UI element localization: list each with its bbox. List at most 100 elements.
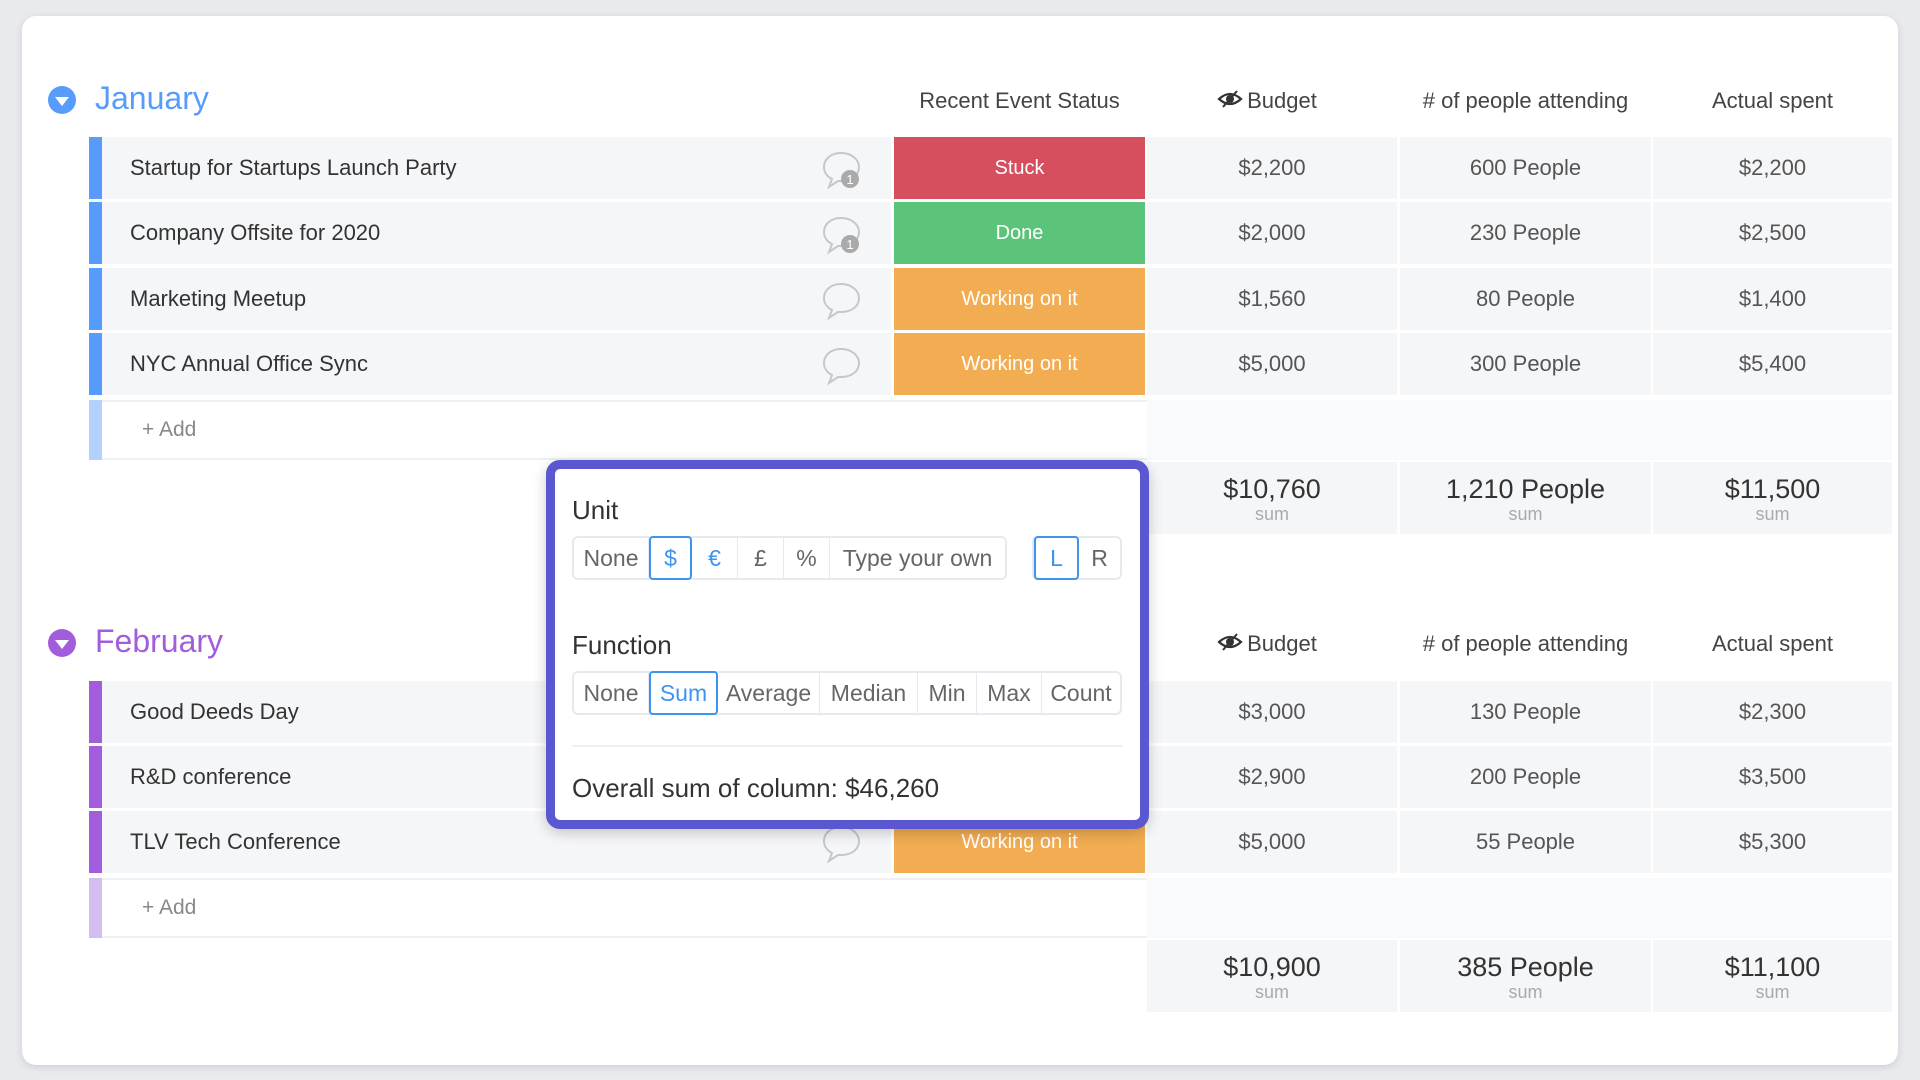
add-item-row[interactable]: + Add (89, 400, 1892, 460)
align-right[interactable]: R (1079, 538, 1120, 578)
budget-cell[interactable]: $1,560 (1147, 268, 1397, 330)
unit-euro[interactable]: € (692, 538, 738, 578)
comment-bubble-icon[interactable]: 1 (821, 150, 865, 190)
eye-icon (1217, 631, 1243, 659)
actual-spent-cell[interactable]: $5,400 (1653, 333, 1892, 395)
table-row[interactable]: Company Offsite for 2020 1 Done $2,000 2… (89, 202, 1892, 264)
unit-percent[interactable]: % (784, 538, 830, 578)
sum-budget[interactable]: $10,900 sum (1147, 940, 1397, 1012)
table-row[interactable]: Startup for Startups Launch Party 1 Stuc… (89, 137, 1892, 199)
sum-actual-label: sum (1755, 504, 1790, 524)
actual-spent-cell[interactable]: $5,300 (1653, 811, 1892, 873)
popup-divider (572, 745, 1123, 747)
group-color-bar (89, 878, 102, 938)
eye-icon (1217, 88, 1243, 116)
align-left[interactable]: L (1034, 536, 1079, 580)
column-header-budget-label: Budget (1247, 631, 1317, 656)
function-average[interactable]: Average (718, 673, 820, 713)
group-color-bar (89, 202, 102, 264)
budget-cell[interactable]: $2,200 (1147, 137, 1397, 199)
add-item-button[interactable]: + Add (102, 878, 1147, 938)
sum-people-value: 1,210 People (1445, 474, 1606, 504)
sum-actual-label: sum (1755, 982, 1790, 1002)
add-row-filler (1147, 878, 1892, 938)
sum-people[interactable]: 385 People sum (1400, 940, 1651, 1012)
unit-selector: None $ € £ % Type your own (572, 536, 1007, 580)
table-row[interactable]: Marketing Meetup Working on it $1,560 80… (89, 268, 1892, 330)
sum-actual[interactable]: $11,100 sum (1653, 940, 1892, 1012)
sum-budget[interactable]: $10,760 sum (1147, 462, 1397, 534)
budget-cell[interactable]: $5,000 (1147, 811, 1397, 873)
table-row[interactable]: NYC Annual Office Sync Working on it $5,… (89, 333, 1892, 395)
sum-budget-label: sum (1254, 982, 1289, 1002)
group-color-bar (89, 137, 102, 199)
column-header-budget-label: Budget (1247, 88, 1317, 113)
collapse-february-icon[interactable] (48, 629, 76, 657)
budget-cell[interactable]: $5,000 (1147, 333, 1397, 395)
sum-budget-value: $10,900 (1223, 952, 1321, 982)
sum-people-label: sum (1508, 982, 1543, 1002)
add-item-row[interactable]: + Add (89, 878, 1892, 938)
column-header-people[interactable]: # of people attending (1400, 88, 1651, 114)
item-name[interactable]: NYC Annual Office Sync (102, 333, 891, 395)
function-min[interactable]: Min (918, 673, 977, 713)
budget-cell[interactable]: $3,000 (1147, 681, 1397, 743)
item-name[interactable]: Marketing Meetup (102, 268, 891, 330)
actual-spent-cell[interactable]: $3,500 (1653, 746, 1892, 808)
budget-cell[interactable]: $2,900 (1147, 746, 1397, 808)
group-color-bar (89, 681, 102, 743)
budget-cell[interactable]: $2,000 (1147, 202, 1397, 264)
sum-people-label: sum (1508, 504, 1543, 524)
collapse-january-icon[interactable] (48, 86, 76, 114)
actual-spent-cell[interactable]: $1,400 (1653, 268, 1892, 330)
status-cell-working-on-it[interactable]: Working on it (894, 333, 1145, 395)
sum-actual[interactable]: $11,500 sum (1653, 462, 1892, 534)
people-cell[interactable]: 55 People (1400, 811, 1651, 873)
function-max[interactable]: Max (977, 673, 1042, 713)
status-cell-stuck[interactable]: Stuck (894, 137, 1145, 199)
function-count[interactable]: Count (1042, 673, 1120, 713)
column-header-budget[interactable]: Budget (1147, 88, 1397, 114)
column-header-budget-feb[interactable]: Budget (1147, 631, 1397, 657)
column-header-actual-feb[interactable]: Actual spent (1653, 631, 1892, 657)
people-cell[interactable]: 230 People (1400, 202, 1651, 264)
column-header-actual[interactable]: Actual spent (1653, 88, 1892, 114)
people-cell[interactable]: 300 People (1400, 333, 1651, 395)
actual-spent-cell[interactable]: $2,300 (1653, 681, 1892, 743)
function-median[interactable]: Median (820, 673, 918, 713)
group-color-bar (89, 400, 102, 460)
comment-bubble-icon[interactable] (821, 346, 865, 386)
svg-text:1: 1 (846, 237, 853, 252)
comment-bubble-icon[interactable]: 1 (821, 215, 865, 255)
column-settings-popup: Unit None $ € £ % Type your own L R Func… (546, 460, 1149, 829)
unit-dollar[interactable]: $ (649, 536, 692, 580)
item-name[interactable]: Company Offsite for 2020 (102, 202, 891, 264)
actual-spent-cell[interactable]: $2,500 (1653, 202, 1892, 264)
people-cell[interactable]: 80 People (1400, 268, 1651, 330)
function-sum[interactable]: Sum (649, 671, 718, 715)
people-cell[interactable]: 130 People (1400, 681, 1651, 743)
group-title-january[interactable]: January (95, 80, 209, 117)
unit-pound[interactable]: £ (738, 538, 784, 578)
people-cell[interactable]: 200 People (1400, 746, 1651, 808)
people-cell[interactable]: 600 People (1400, 137, 1651, 199)
comment-bubble-icon[interactable] (821, 824, 865, 864)
unit-custom-input[interactable]: Type your own (830, 538, 1005, 578)
sum-people-value: 385 People (1457, 952, 1594, 982)
column-header-status[interactable]: Recent Event Status (894, 88, 1145, 114)
status-cell-done[interactable]: Done (894, 202, 1145, 264)
column-header-people-feb[interactable]: # of people attending (1400, 631, 1651, 657)
item-name[interactable]: Startup for Startups Launch Party (102, 137, 891, 199)
comment-bubble-icon[interactable] (821, 281, 865, 321)
actual-spent-cell[interactable]: $2,200 (1653, 137, 1892, 199)
group-title-february[interactable]: February (95, 623, 223, 660)
sum-people[interactable]: 1,210 People sum (1400, 462, 1651, 534)
function-none[interactable]: None (574, 673, 649, 713)
add-item-button[interactable]: + Add (102, 400, 1147, 460)
function-selector: None Sum Average Median Min Max Count (572, 671, 1122, 715)
svg-text:1: 1 (846, 172, 853, 187)
unit-none[interactable]: None (574, 538, 649, 578)
sum-budget-value: $10,760 (1223, 474, 1321, 504)
overall-sum-text: Overall sum of column: $46,260 (572, 773, 940, 803)
status-cell-working-on-it[interactable]: Working on it (894, 268, 1145, 330)
